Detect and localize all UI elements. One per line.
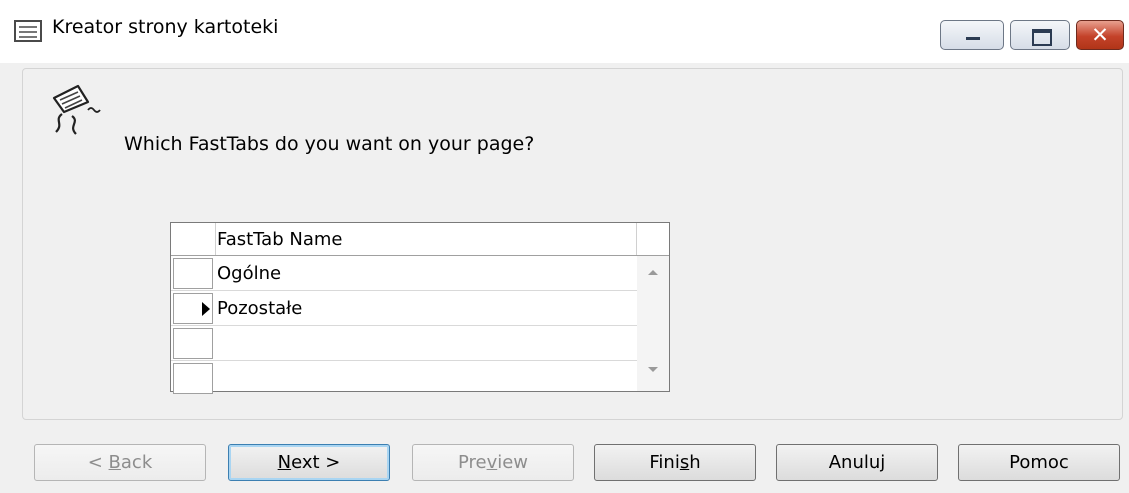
cancel-button[interactable]: Anuluj bbox=[776, 444, 938, 481]
finish-button[interactable]: Finish bbox=[594, 444, 756, 481]
minimize-button[interactable] bbox=[940, 20, 1004, 50]
header-separator bbox=[636, 223, 637, 255]
table-row[interactable] bbox=[171, 326, 637, 361]
fasttab-grid[interactable]: FastTab Name Ogólne Pozostałe bbox=[170, 222, 670, 395]
maximize-button[interactable] bbox=[1010, 20, 1070, 50]
next-button[interactable]: Next > bbox=[228, 444, 390, 481]
grid-header: FastTab Name bbox=[171, 223, 669, 256]
table-row[interactable]: Ogólne bbox=[171, 256, 637, 291]
form-window-icon bbox=[14, 20, 42, 42]
preview-button[interactable]: Preview bbox=[412, 444, 574, 481]
title-bar[interactable]: Kreator strony kartoteki ✕ bbox=[0, 0, 1129, 63]
wizard-window: Kreator strony kartoteki ✕ Which FastTab… bbox=[0, 0, 1129, 493]
scroll-down-arrow-icon[interactable] bbox=[648, 367, 658, 372]
fasttab-name-cell[interactable]: Pozostałe bbox=[217, 298, 302, 319]
row-selector[interactable] bbox=[173, 363, 213, 394]
wizard-question: Which FastTabs do you want on your page? bbox=[124, 133, 535, 155]
column-header-fasttab-name[interactable]: FastTab Name bbox=[217, 229, 342, 250]
table-row[interactable] bbox=[171, 361, 637, 395]
table-row[interactable]: Pozostałe bbox=[171, 291, 637, 326]
row-selector[interactable] bbox=[173, 293, 213, 324]
back-button[interactable]: < Back bbox=[34, 444, 206, 481]
window-title: Kreator strony kartoteki bbox=[52, 16, 279, 38]
header-selector-cell bbox=[171, 223, 216, 255]
wizard-page-icon bbox=[52, 84, 101, 135]
help-button[interactable]: Pomoc bbox=[958, 444, 1120, 481]
row-selector[interactable] bbox=[173, 328, 213, 359]
scroll-up-arrow-icon[interactable] bbox=[648, 270, 658, 275]
fasttab-name-cell[interactable]: Ogólne bbox=[217, 263, 281, 284]
row-selector[interactable] bbox=[173, 258, 213, 289]
current-row-arrow-icon bbox=[202, 302, 210, 316]
close-button[interactable]: ✕ bbox=[1076, 20, 1124, 50]
vertical-scrollbar[interactable] bbox=[637, 256, 669, 391]
close-icon: ✕ bbox=[1091, 23, 1109, 47]
